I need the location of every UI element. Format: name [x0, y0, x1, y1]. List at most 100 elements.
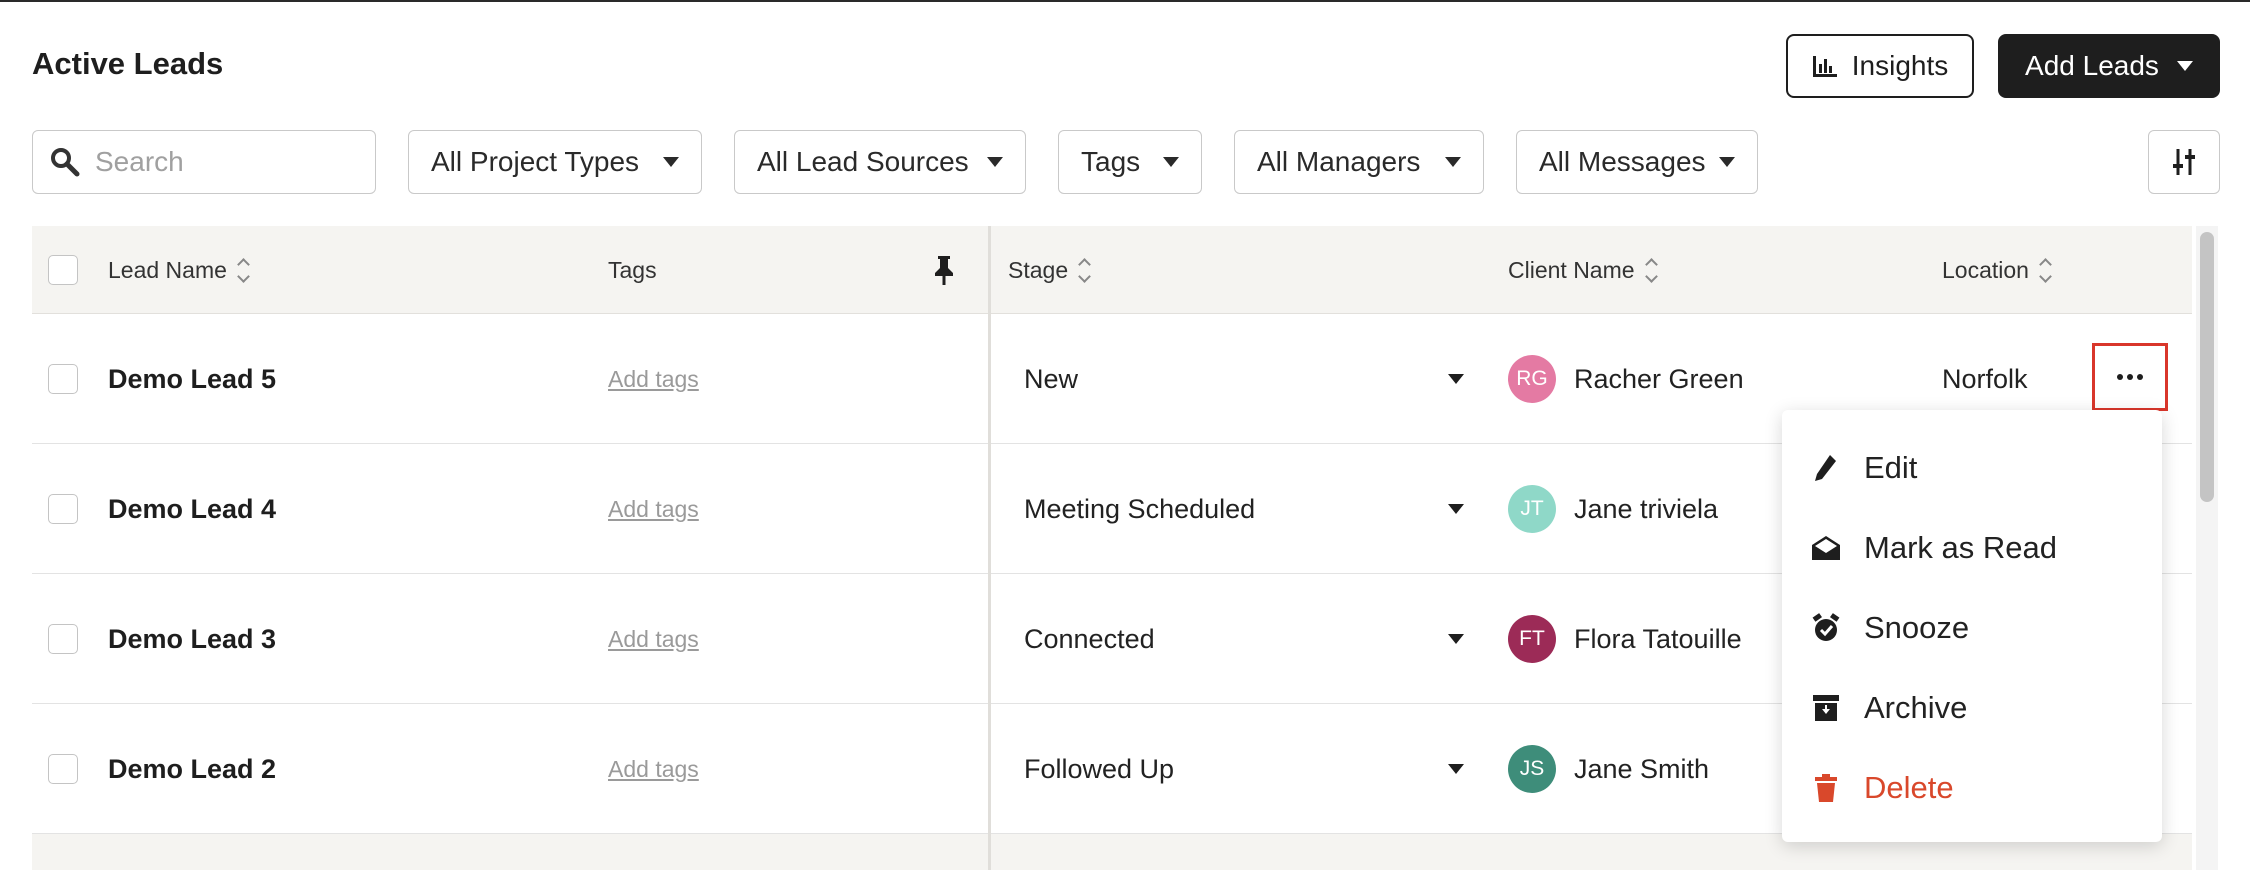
- column-tags-label: Tags: [608, 256, 657, 283]
- menu-item-snooze[interactable]: Snooze: [1782, 588, 2162, 668]
- menu-item-delete[interactable]: Delete: [1782, 748, 2162, 828]
- client-name[interactable]: Jane Smith: [1574, 754, 1709, 785]
- chevron-down-icon: [1719, 157, 1735, 167]
- row-checkbox[interactable]: [48, 624, 78, 654]
- scrollbar-thumb[interactable]: [2200, 232, 2214, 502]
- avatar: JT: [1508, 485, 1556, 533]
- lead-name[interactable]: Demo Lead 4: [108, 494, 276, 525]
- row-checkbox[interactable]: [48, 364, 78, 394]
- column-location-label: Location: [1942, 256, 2029, 283]
- sort-icon: [1644, 257, 1658, 283]
- column-location[interactable]: Location: [1942, 226, 2052, 314]
- row-actions-button[interactable]: [2092, 343, 2168, 411]
- insights-button[interactable]: Insights: [1786, 34, 1974, 98]
- lead-sources-dropdown[interactable]: All Lead Sources: [734, 130, 1026, 194]
- avatar: RG: [1508, 355, 1556, 403]
- envelope-open-icon: [1812, 536, 1840, 560]
- filter-bar: All Project Types All Lead Sources Tags …: [0, 130, 2250, 194]
- client-name[interactable]: Jane triviela: [1574, 494, 1718, 525]
- stage-select[interactable]: Connected: [1024, 574, 1464, 704]
- add-tags-link[interactable]: Add tags: [608, 756, 699, 783]
- archive-box-icon: [1813, 695, 1839, 721]
- pin-icon: [935, 256, 953, 285]
- lead-name[interactable]: Demo Lead 2: [108, 754, 276, 785]
- pencil-icon: [1815, 455, 1836, 481]
- stage-value: New: [1024, 363, 1079, 394]
- add-tags-link[interactable]: Add tags: [608, 366, 699, 393]
- column-settings-button[interactable]: [2148, 130, 2220, 194]
- column-client-name[interactable]: Client Name: [1508, 226, 1658, 314]
- tags-label: Tags: [1081, 146, 1141, 177]
- managers-dropdown[interactable]: All Managers: [1234, 130, 1484, 194]
- menu-item-label: Snooze: [1864, 610, 1970, 645]
- trash-icon: [1815, 774, 1837, 802]
- chevron-down-icon: [1448, 374, 1464, 384]
- avatar: FT: [1508, 615, 1556, 663]
- messages-dropdown[interactable]: All Messages: [1516, 130, 1758, 194]
- more-horizontal-icon: [2117, 374, 2143, 380]
- client-name[interactable]: Flora Tatouille: [1574, 624, 1742, 655]
- row-checkbox-cell: [48, 444, 78, 574]
- lead-name[interactable]: Demo Lead 3: [108, 624, 276, 655]
- search-icon: [51, 148, 80, 177]
- add-leads-button[interactable]: Add Leads: [1998, 34, 2220, 98]
- chevron-down-icon: [987, 157, 1003, 167]
- menu-item-label: Mark as Read: [1864, 530, 2057, 565]
- search-box[interactable]: [32, 130, 376, 194]
- project-types-dropdown[interactable]: All Project Types: [408, 130, 702, 194]
- avatar: JS: [1508, 745, 1556, 793]
- chevron-down-icon: [1163, 157, 1179, 167]
- select-all-checkbox[interactable]: [48, 255, 78, 285]
- page-title: Active Leads: [32, 46, 224, 81]
- chevron-down-icon: [1448, 504, 1464, 514]
- messages-label: All Messages: [1539, 146, 1706, 177]
- add-leads-label: Add Leads: [2025, 50, 2159, 81]
- column-lead-name-label: Lead Name: [108, 256, 227, 283]
- top-border: [0, 0, 2250, 2]
- stage-select[interactable]: Meeting Scheduled: [1024, 444, 1464, 574]
- table-scrollbar[interactable]: [2196, 226, 2218, 870]
- row-checkbox[interactable]: [48, 754, 78, 784]
- row-checkbox[interactable]: [48, 494, 78, 524]
- chevron-down-icon: [663, 157, 679, 167]
- add-tags-link[interactable]: Add tags: [608, 496, 699, 523]
- pinned-column-divider: [988, 226, 991, 870]
- column-lead-name[interactable]: Lead Name: [108, 226, 250, 314]
- bar-chart-icon: [1812, 56, 1837, 77]
- menu-item-label: Edit: [1864, 450, 1918, 485]
- tags-dropdown[interactable]: Tags: [1058, 130, 1202, 194]
- add-tags-link[interactable]: Add tags: [608, 626, 699, 653]
- menu-item-label: Delete: [1864, 770, 1954, 805]
- column-tags: Tags: [608, 226, 657, 314]
- lead-sources-label: All Lead Sources: [757, 146, 969, 177]
- chevron-down-icon: [1448, 764, 1464, 774]
- stage-select[interactable]: New: [1024, 314, 1464, 444]
- stage-value: Connected: [1024, 623, 1155, 654]
- menu-item-edit[interactable]: Edit: [1782, 428, 2162, 508]
- lead-name[interactable]: Demo Lead 5: [108, 364, 276, 395]
- sort-icon: [237, 257, 250, 283]
- stage-value: Followed Up: [1024, 753, 1175, 784]
- sort-icon: [2039, 257, 2052, 283]
- location-value: Norfolk: [1942, 363, 2028, 394]
- table-header: Lead Name Tags Stage Client Name Locatio…: [32, 226, 2192, 314]
- select-all-checkbox-cell: [48, 226, 78, 314]
- sort-icon: [1078, 257, 1091, 283]
- search-input[interactable]: [95, 146, 345, 178]
- column-client-name-label: Client Name: [1508, 256, 1635, 283]
- chevron-down-icon: [1448, 634, 1464, 644]
- stage-value: Meeting Scheduled: [1024, 493, 1256, 524]
- column-stage[interactable]: Stage: [1008, 226, 1091, 314]
- project-types-label: All Project Types: [431, 146, 640, 177]
- insights-label: Insights: [1851, 50, 1949, 81]
- chevron-down-icon: [2176, 61, 2193, 71]
- menu-item-mark-as-read[interactable]: Mark as Read: [1782, 508, 2162, 588]
- row-actions-menu: Edit Mark as Read Snooze Archive Delete: [1782, 410, 2162, 842]
- client-name[interactable]: Racher Green: [1574, 364, 1744, 395]
- row-checkbox-cell: [48, 314, 78, 444]
- row-checkbox-cell: [48, 574, 78, 704]
- stage-select[interactable]: Followed Up: [1024, 704, 1464, 834]
- pin-column-button[interactable]: [932, 226, 956, 314]
- menu-item-archive[interactable]: Archive: [1782, 668, 2162, 748]
- sliders-icon: [2173, 149, 2195, 175]
